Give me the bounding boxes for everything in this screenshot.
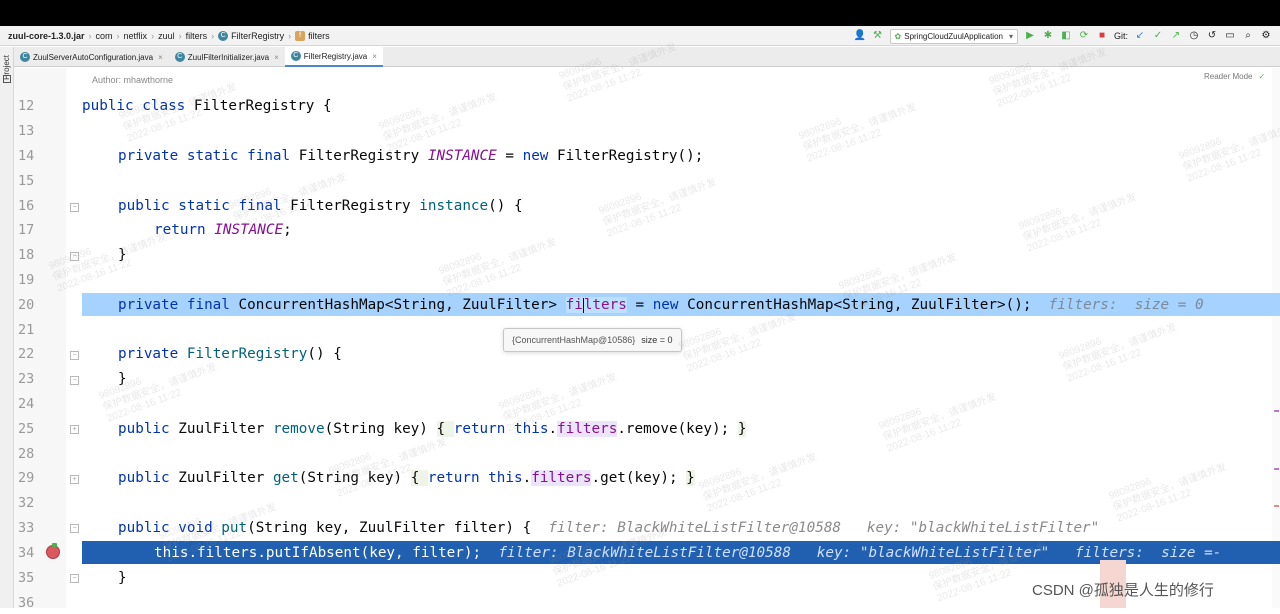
close-icon[interactable]: × bbox=[274, 53, 279, 62]
field-filters-part-a: fi bbox=[565, 297, 583, 313]
run-icon[interactable]: ▶ bbox=[1024, 30, 1036, 42]
fold-toggle-icon[interactable]: + bbox=[70, 475, 79, 484]
user-icon[interactable]: 👤 bbox=[854, 30, 866, 42]
git-commit-icon[interactable]: ✓ bbox=[1152, 30, 1164, 42]
line-number: 15 bbox=[18, 173, 35, 189]
author-doc: Author: mhawthorne bbox=[92, 75, 174, 85]
debug-icon[interactable]: ✱ bbox=[1042, 30, 1054, 42]
line-number: 33 bbox=[18, 520, 35, 536]
line-number: 14 bbox=[18, 148, 35, 164]
tab-zuul-filter-initializer[interactable]: C ZuulFilterInitializer.java × bbox=[169, 47, 285, 67]
line-number: 16 bbox=[18, 198, 35, 214]
code-line-14: private static final FilterRegistry INST… bbox=[118, 148, 704, 164]
class-icon: C bbox=[290, 51, 301, 61]
breadcrumb-jar[interactable]: zuul-core-1.3.0.jar bbox=[8, 31, 85, 41]
breadcrumb-netflix[interactable]: netflix bbox=[124, 31, 148, 41]
chevron-down-icon: ▾ bbox=[1008, 31, 1013, 41]
inline-debug-value: filters: size = 0 bbox=[1048, 297, 1204, 313]
git-push-icon[interactable]: ↗ bbox=[1170, 30, 1182, 42]
run-configuration-select[interactable]: ✿ SpringCloudZuulApplication ▾ bbox=[889, 28, 1018, 44]
build-hammer-icon[interactable]: ⚒ bbox=[872, 30, 884, 42]
fold-toggle-icon[interactable]: + bbox=[70, 425, 79, 434]
fold-toggle-icon[interactable]: − bbox=[70, 376, 79, 385]
fold-toggle-icon[interactable]: − bbox=[70, 203, 79, 212]
field-icon: f bbox=[295, 31, 306, 41]
class-icon: C bbox=[20, 52, 30, 62]
line-number: 13 bbox=[18, 123, 35, 139]
scroll-marker bbox=[1274, 505, 1279, 507]
window-top-bar bbox=[0, 0, 1280, 26]
breadcrumb: zuul-core-1.3.0.jar › com › netflix › zuul ›… bbox=[8, 31, 330, 41]
line-number: 12 bbox=[18, 98, 35, 114]
close-icon[interactable]: × bbox=[372, 52, 377, 61]
tool-window-strip: Project bbox=[0, 47, 14, 608]
line-number: 28 bbox=[18, 446, 35, 462]
class-icon: C bbox=[174, 52, 185, 62]
tab-zuul-server-auto-configuration[interactable]: C ZuulServerAutoConfiguration.java × bbox=[14, 47, 169, 67]
line-number: 24 bbox=[18, 396, 35, 412]
line-number: 29 bbox=[18, 470, 35, 486]
line-number: 20 bbox=[18, 297, 35, 313]
fold-toggle-icon[interactable]: − bbox=[70, 574, 79, 583]
code-line-22: private FilterRegistry() { bbox=[118, 346, 342, 362]
git-update-icon[interactable]: ↙ bbox=[1134, 30, 1146, 42]
scroll-marker bbox=[1274, 410, 1279, 412]
debug-value-tooltip[interactable]: {ConcurrentHashMap@10586} size = 0 bbox=[503, 328, 682, 352]
history-icon[interactable]: ◷ bbox=[1188, 30, 1200, 42]
breadcrumb-field[interactable]: filters bbox=[308, 31, 330, 41]
reader-mode-toggle[interactable]: Reader Mode ✓ bbox=[1204, 72, 1265, 81]
line-number: 32 bbox=[18, 495, 35, 511]
tab-filter-registry[interactable]: C FilterRegistry.java × bbox=[284, 47, 383, 67]
field-filters-part-b: lters bbox=[583, 297, 627, 313]
breakpoint-icon[interactable] bbox=[46, 543, 60, 559]
line-number: 35 bbox=[18, 570, 35, 586]
line-number: 23 bbox=[18, 371, 35, 387]
structure-icon[interactable] bbox=[3, 75, 11, 83]
spring-icon: ✿ bbox=[894, 31, 902, 41]
line-number: 25 bbox=[18, 421, 35, 437]
code-line-20: private final ConcurrentHashMap<String, … bbox=[118, 297, 1204, 313]
toolbar: 👤 ⚒ ✿ SpringCloudZuulApplication ▾ ▶ ✱ ◧ ⟳… bbox=[854, 26, 1280, 46]
line-number: 36 bbox=[18, 595, 35, 611]
breadcrumb-com[interactable]: com bbox=[96, 31, 113, 41]
class-icon: C bbox=[218, 31, 229, 41]
csdn-attribution: CSDN @孤独是人生的修行 bbox=[1032, 582, 1214, 599]
tasks-icon[interactable]: ▭ bbox=[1224, 30, 1236, 42]
check-icon: ✓ bbox=[1258, 72, 1266, 81]
code-line-35: } bbox=[118, 570, 127, 586]
line-number: 17 bbox=[18, 222, 35, 238]
search-icon[interactable]: ⌕ bbox=[1242, 30, 1254, 42]
settings-icon[interactable]: ⚙ bbox=[1260, 30, 1272, 42]
close-icon[interactable]: × bbox=[158, 53, 163, 62]
coverage-icon[interactable]: ◧ bbox=[1060, 30, 1072, 42]
code-line-34: this.filters.putIfAbsent(key, filter); f… bbox=[154, 545, 1222, 561]
line-number: 21 bbox=[18, 322, 35, 338]
line-number: 22 bbox=[18, 346, 35, 362]
fold-toggle-icon[interactable]: − bbox=[70, 351, 79, 360]
breadcrumb-filters[interactable]: filters bbox=[186, 31, 208, 41]
git-label: Git: bbox=[1113, 31, 1128, 41]
rollback-icon[interactable]: ↺ bbox=[1206, 30, 1218, 42]
breadcrumb-class[interactable]: FilterRegistry bbox=[231, 31, 284, 41]
fold-toggle-icon[interactable]: − bbox=[70, 524, 79, 533]
breadcrumb-zuul[interactable]: zuul bbox=[158, 31, 175, 41]
scroll-marker bbox=[1274, 468, 1279, 470]
